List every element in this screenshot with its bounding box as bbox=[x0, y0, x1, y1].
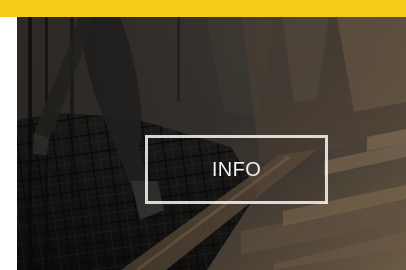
info-button-label: INFO bbox=[211, 159, 262, 181]
background-photo: INFO bbox=[17, 17, 406, 270]
info-button[interactable]: INFO bbox=[145, 135, 328, 204]
accent-bar bbox=[0, 0, 406, 17]
info-card[interactable]: INFO bbox=[0, 0, 406, 270]
